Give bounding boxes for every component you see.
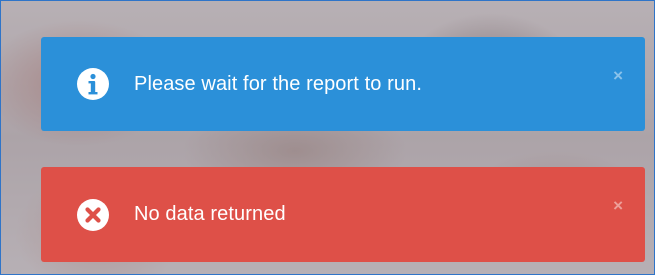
info-alert: Please wait for the report to run. × bbox=[41, 37, 645, 131]
error-alert-message: No data returned bbox=[134, 203, 286, 225]
info-circle-icon bbox=[76, 67, 110, 101]
error-alert: No data returned × bbox=[41, 167, 645, 262]
error-circle-icon bbox=[76, 198, 110, 232]
info-alert-message: Please wait for the report to run. bbox=[134, 72, 422, 95]
screenshot-frame: Please wait for the report to run. × No … bbox=[0, 0, 655, 275]
error-alert-close-button[interactable]: × bbox=[613, 197, 623, 214]
info-alert-close-button[interactable]: × bbox=[613, 67, 623, 84]
